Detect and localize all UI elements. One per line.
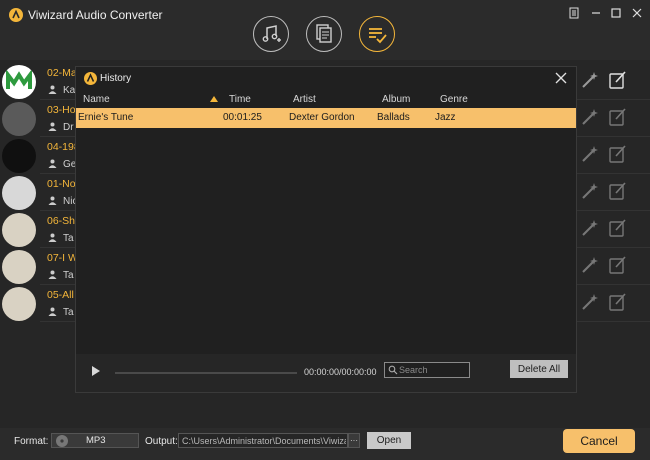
- song-title: 06-Sha: [47, 215, 75, 227]
- add-music-icon: [262, 25, 281, 42]
- effects-wand-icon[interactable]: [580, 292, 600, 312]
- column-header-name[interactable]: Name: [83, 94, 110, 107]
- album-art: [2, 102, 36, 136]
- play-icon[interactable]: [92, 366, 100, 376]
- person-icon: [48, 85, 57, 94]
- person-icon: [48, 307, 57, 316]
- table-row[interactable]: Ernie's Tune 00:01:25 Dexter Gordon Ball…: [76, 108, 576, 128]
- player-bar: 00:00:00/00:00:00 Delete All: [76, 354, 576, 392]
- search-icon: [388, 365, 398, 375]
- cell-artist: Dexter Gordon: [289, 112, 355, 123]
- effects-wand-icon[interactable]: [580, 70, 600, 90]
- person-icon: [48, 122, 57, 131]
- song-title: 03-Ho: [47, 104, 75, 116]
- progress-bar[interactable]: [115, 372, 297, 374]
- song-title: 05-All: [47, 289, 74, 301]
- maximize-icon[interactable]: [607, 5, 625, 21]
- history-button[interactable]: [359, 16, 395, 52]
- person-icon: [48, 233, 57, 242]
- open-button[interactable]: Open: [367, 432, 411, 449]
- song-title: 01-Not: [47, 178, 75, 190]
- output-path: C:\Users\Administrator\Documents\Viwizar…: [182, 436, 346, 446]
- album-art: [2, 250, 36, 284]
- song-artist: Dr: [63, 122, 74, 133]
- person-icon: [48, 159, 57, 168]
- output-label: Output:: [145, 436, 178, 447]
- music-disc-icon: [56, 435, 68, 447]
- history-dialog: History Name Time Artist Album Genre Ern…: [75, 66, 577, 393]
- edit-icon[interactable]: [608, 144, 628, 164]
- album-art: [2, 213, 36, 247]
- column-header-album[interactable]: Album: [382, 94, 410, 107]
- bottom-bar: Format: MP3 Output: C:\Users\Administrat…: [0, 428, 650, 460]
- format-value: MP3: [86, 435, 106, 446]
- effects-wand-icon[interactable]: [580, 181, 600, 201]
- output-path-field[interactable]: C:\Users\Administrator\Documents\Viwizar…: [178, 433, 348, 448]
- search-input[interactable]: [399, 363, 469, 377]
- song-artist: Ta: [63, 233, 74, 244]
- cell-name: Ernie's Tune: [78, 112, 134, 123]
- edit-icon[interactable]: [608, 70, 628, 90]
- history-list-icon: [369, 28, 387, 44]
- add-music-button[interactable]: [253, 16, 289, 52]
- format-selector[interactable]: MP3: [51, 433, 139, 448]
- edit-icon[interactable]: [608, 292, 628, 312]
- person-icon: [48, 270, 57, 279]
- close-icon[interactable]: [554, 71, 568, 85]
- dialog-title: History: [100, 73, 132, 84]
- app-logo-icon: [84, 72, 97, 85]
- song-artist: Ta: [63, 270, 74, 281]
- song-artist: Kai: [63, 85, 75, 96]
- edit-icon[interactable]: [608, 181, 628, 201]
- edit-icon[interactable]: [608, 107, 628, 127]
- cancel-button[interactable]: Cancel: [563, 429, 635, 453]
- person-icon: [48, 196, 57, 205]
- time-readout: 00:00:00/00:00:00: [304, 367, 377, 377]
- song-artist: Ge: [63, 159, 75, 170]
- edit-icon[interactable]: [608, 255, 628, 275]
- album-art: [2, 65, 36, 99]
- delete-all-button[interactable]: Delete All: [510, 360, 568, 378]
- edit-icon[interactable]: [608, 218, 628, 238]
- search-field[interactable]: [384, 362, 470, 378]
- song-artist: Ta: [63, 307, 74, 318]
- song-title: 07-I W: [47, 252, 75, 264]
- column-header-artist[interactable]: Artist: [293, 94, 316, 107]
- sort-ascending-icon: [210, 96, 218, 102]
- song-artist: Nic: [63, 196, 75, 207]
- cell-album: Ballads: [377, 112, 410, 123]
- app-logo-icon: [9, 8, 23, 22]
- browse-button[interactable]: ···: [348, 433, 360, 448]
- cell-time: 00:01:25: [223, 112, 262, 123]
- effects-wand-icon[interactable]: [580, 255, 600, 275]
- album-art: [2, 176, 36, 210]
- add-files-button[interactable]: [306, 16, 342, 52]
- column-header-genre[interactable]: Genre: [440, 94, 468, 107]
- column-header-time[interactable]: Time: [229, 94, 251, 107]
- cell-genre: Jazz: [435, 112, 456, 123]
- title-bar: Viwizard Audio Converter: [0, 0, 650, 60]
- album-art: [2, 139, 36, 173]
- menu-icon[interactable]: [565, 5, 583, 21]
- album-art: [2, 287, 36, 321]
- effects-wand-icon[interactable]: [580, 218, 600, 238]
- app-title: Viwizard Audio Converter: [28, 8, 163, 22]
- song-title: 04-198: [47, 141, 75, 153]
- song-title: 02-Ma: [47, 67, 75, 79]
- close-icon[interactable]: [628, 5, 646, 21]
- format-label: Format:: [14, 436, 49, 447]
- effects-wand-icon[interactable]: [580, 107, 600, 127]
- minimize-icon[interactable]: [587, 5, 605, 21]
- add-files-icon: [316, 24, 332, 43]
- effects-wand-icon[interactable]: [580, 144, 600, 164]
- dialog-header: History: [76, 67, 576, 91]
